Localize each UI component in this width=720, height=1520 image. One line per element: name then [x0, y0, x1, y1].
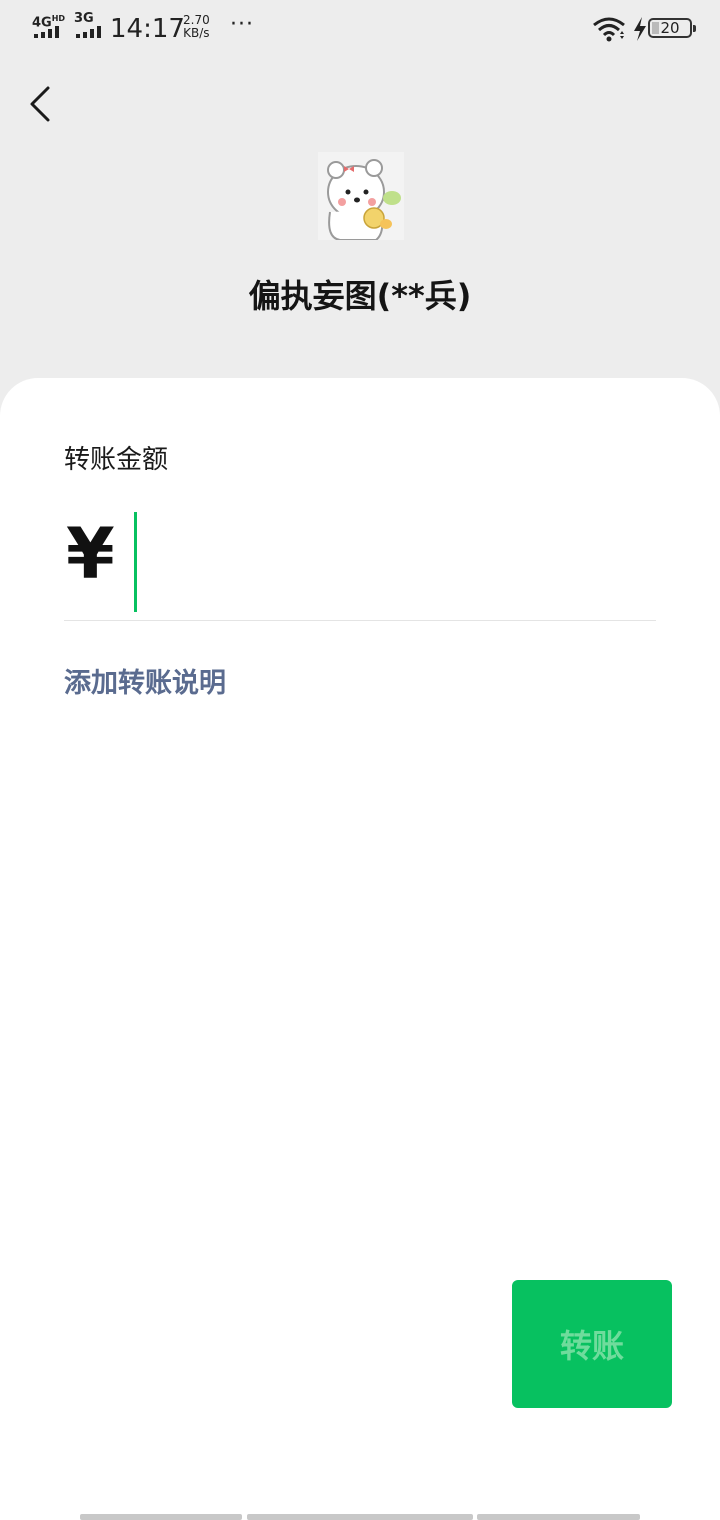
amount-input[interactable] — [134, 512, 634, 612]
signal-bars-icon — [34, 26, 60, 38]
gesture-nav-bar[interactable] — [80, 1514, 640, 1520]
currency-symbol: ¥ — [66, 513, 115, 595]
battery-percent: 20 — [660, 19, 680, 37]
avatar — [318, 152, 404, 240]
signal-bars-icon — [76, 26, 102, 38]
network-speed: 2.70 KB/s — [183, 13, 210, 40]
nav-segment-center — [247, 1514, 473, 1520]
amount-label: 转账金额 — [64, 445, 169, 475]
network-type-3g: 3G — [74, 11, 94, 26]
battery-level-fill — [652, 22, 660, 34]
battery-icon: 20 — [648, 18, 696, 38]
amount-field[interactable]: ¥ — [64, 508, 656, 621]
wifi-icon — [593, 17, 625, 42]
more-notifications-icon: ··· — [230, 12, 254, 37]
add-transfer-note-link[interactable]: 添加转账说明 — [64, 664, 226, 704]
charging-icon — [634, 17, 646, 41]
text-cursor — [134, 512, 137, 612]
status-bar: 4GHD 3G 14:17 2.70 KB/s ··· 20 — [0, 0, 720, 56]
chevron-left-icon[interactable] — [20, 82, 64, 126]
status-time: 14:17 — [110, 14, 185, 44]
payee-name: 偏执妄图(**兵) — [248, 277, 472, 315]
nav-segment-right — [477, 1514, 640, 1520]
transfer-button[interactable]: 转账 — [512, 1280, 672, 1408]
nav-segment-left — [80, 1514, 242, 1520]
transfer-card: 转账金额 ¥ 添加转账说明 转账 — [0, 378, 720, 1520]
